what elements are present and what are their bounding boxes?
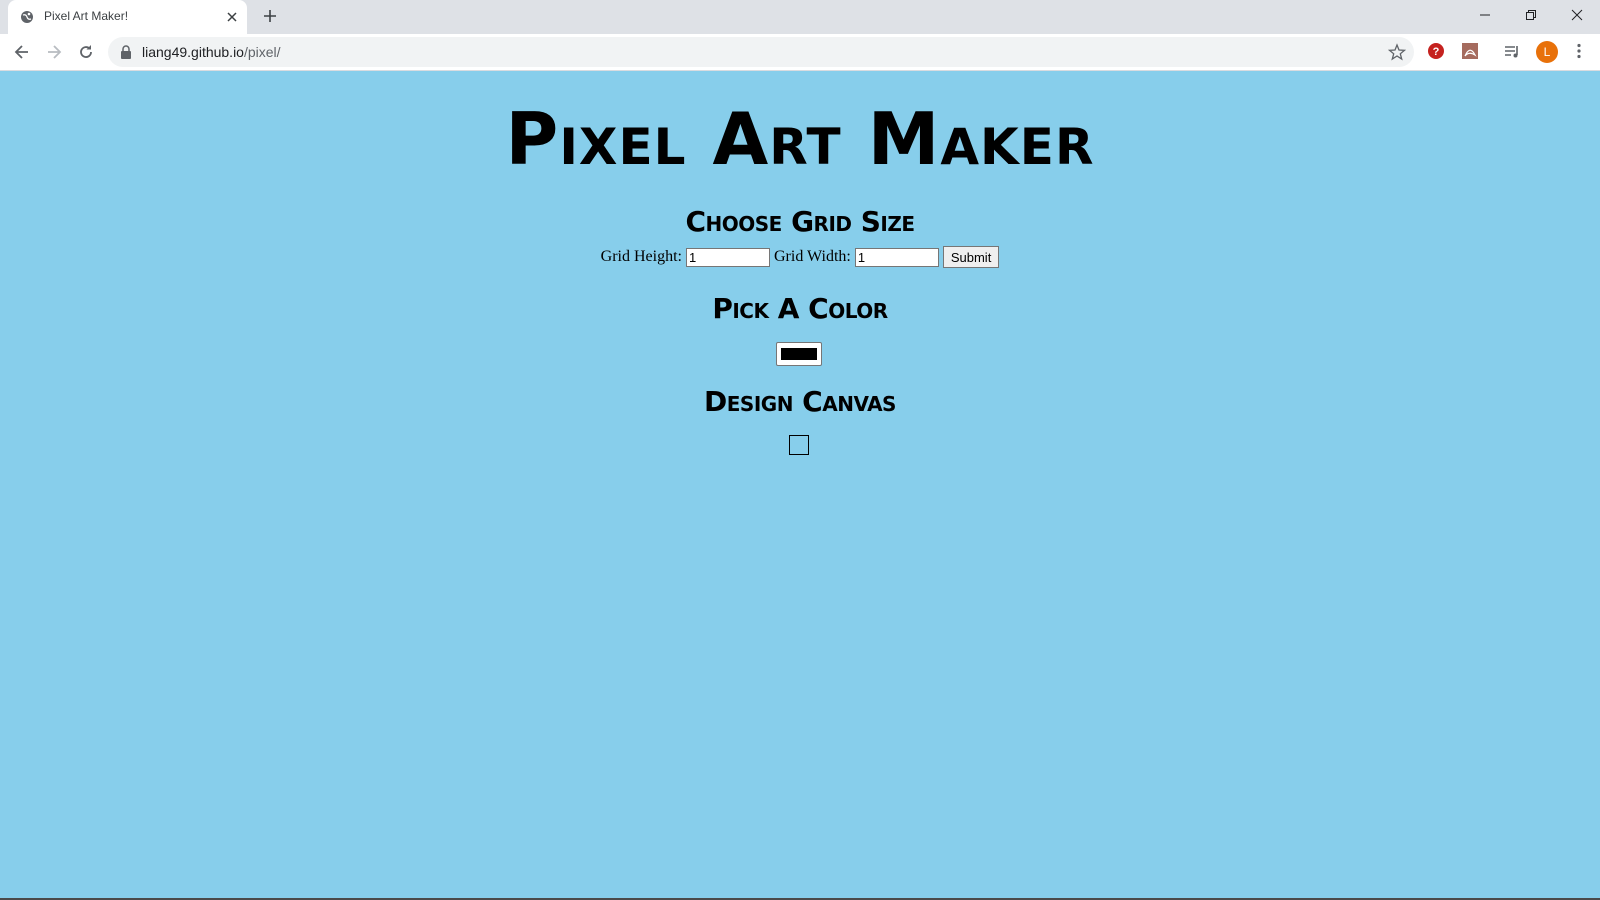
minimize-button[interactable] <box>1462 0 1508 30</box>
grid-height-label: Grid Height: <box>600 248 682 265</box>
grid-width-input[interactable] <box>854 247 939 267</box>
url-host: liang49.github.io <box>142 44 244 60</box>
page-content: Pixel Art Maker Choose Grid Size Grid He… <box>0 71 1600 900</box>
browser-tab[interactable]: Pixel Art Maker! <box>8 0 247 34</box>
svg-text:?: ? <box>1433 46 1440 58</box>
new-tab-icon[interactable] <box>262 8 278 24</box>
minimize-icon <box>1480 14 1490 16</box>
browser-toolbar: liang49.github.io/pixel/ <box>0 34 1600 71</box>
restore-button[interactable] <box>1508 0 1554 30</box>
lock-icon[interactable] <box>120 45 132 59</box>
media-control-icon[interactable] <box>1503 42 1521 60</box>
grid-size-heading: Choose Grid Size <box>685 205 915 238</box>
pixel-canvas-cell[interactable] <box>789 435 809 455</box>
grid-width-label: Grid Width: <box>774 248 851 265</box>
tab-title: Pixel Art Maker! <box>44 9 129 23</box>
close-icon <box>1571 9 1583 21</box>
color-picker[interactable] <box>776 342 822 366</box>
url-path: /pixel/ <box>243 44 281 60</box>
grid-height-input[interactable] <box>686 247 770 267</box>
profile-avatar[interactable]: L <box>1536 41 1558 63</box>
restore-icon <box>1526 10 1536 20</box>
reload-icon[interactable] <box>76 42 96 62</box>
close-window-button[interactable] <box>1554 0 1600 30</box>
kebab-menu-icon[interactable] <box>1570 42 1588 60</box>
url-text[interactable]: liang49.github.io/pixel/ <box>142 44 281 60</box>
bookmark-star-icon[interactable] <box>1388 43 1406 61</box>
submit-button[interactable]: Submit <box>942 246 1000 269</box>
page-title: Pixel Art Maker <box>505 97 1095 181</box>
pick-color-heading: Pick A Color <box>712 292 888 325</box>
size-picker-form: Grid Height: Grid Width: Submit <box>0 246 1600 269</box>
address-bar[interactable]: liang49.github.io/pixel/ <box>108 37 1414 67</box>
tab-strip: Pixel Art Maker! <box>0 0 1600 34</box>
close-tab-icon[interactable] <box>224 9 240 25</box>
globe-icon <box>21 11 33 23</box>
color-swatch <box>781 348 817 360</box>
back-arrow-icon[interactable] <box>12 42 32 62</box>
help-extension-icon[interactable]: ? <box>1427 42 1445 60</box>
forward-arrow-icon[interactable] <box>44 42 64 62</box>
pdf-extension-icon[interactable] <box>1461 42 1479 60</box>
design-canvas-heading: Design Canvas <box>704 385 896 418</box>
